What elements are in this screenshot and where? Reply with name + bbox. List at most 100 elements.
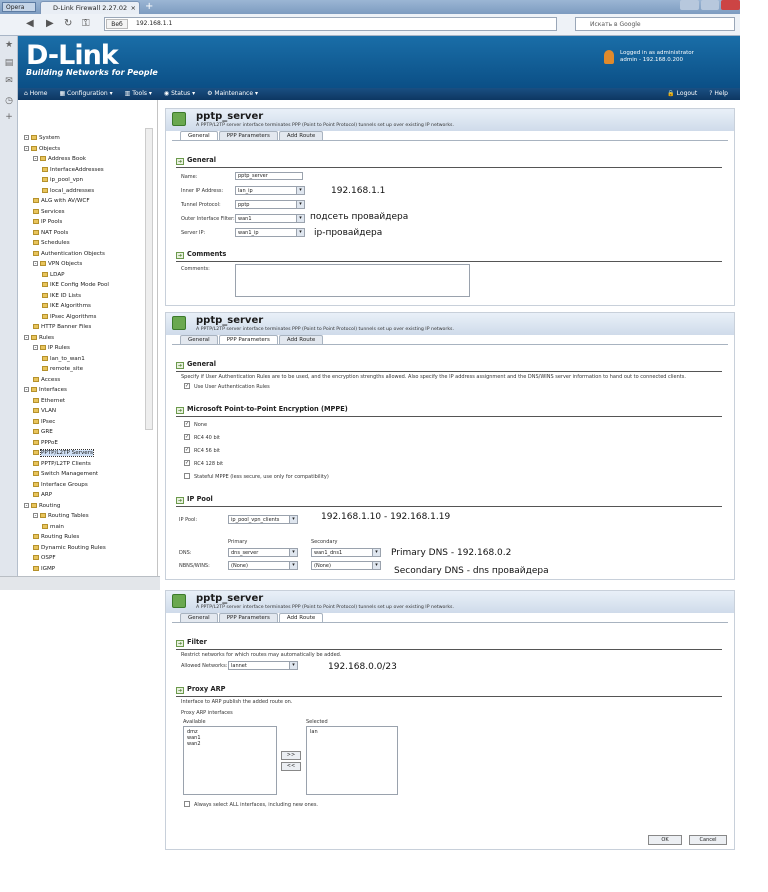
tree-node[interactable]: - VPN Objects xyxy=(33,260,82,268)
reload-icon[interactable]: ↻ xyxy=(64,18,72,29)
add-panel-icon[interactable]: + xyxy=(4,112,14,122)
mppe-none-checkbox[interactable]: ✓ xyxy=(184,421,190,427)
tab-close-icon[interactable]: × xyxy=(131,2,136,14)
tree-node[interactable]: Routing Rules xyxy=(33,533,79,541)
star-icon[interactable]: ★ xyxy=(4,40,14,50)
tree-node[interactable]: LDAP xyxy=(42,271,65,279)
tree-node[interactable]: Access xyxy=(33,376,60,384)
add-interface-button[interactable]: >> xyxy=(281,751,301,760)
use-auth-checkbox[interactable]: ✓ xyxy=(184,383,190,389)
notes-icon[interactable]: ▤ xyxy=(4,58,14,68)
mppe-rc4-128-checkbox[interactable]: ✓ xyxy=(184,460,190,466)
tree-node[interactable]: - Routing Tables xyxy=(33,512,89,520)
tree-node[interactable]: - IP Rules xyxy=(33,344,70,352)
collapse-arrow-icon[interactable]: ➜ xyxy=(176,252,184,259)
tree-node[interactable]: - Interfaces xyxy=(24,386,67,394)
tree-node[interactable]: Services xyxy=(33,208,65,216)
dns-primary-select[interactable]: dns_server ▾ xyxy=(228,548,298,557)
section-comments[interactable]: ➜ Comments xyxy=(176,250,226,259)
outer-interface-select[interactable]: wan1 ▾ xyxy=(235,214,305,223)
new-tab-button[interactable]: + xyxy=(145,1,153,12)
tree-node[interactable]: NAT Pools xyxy=(33,229,68,237)
menu-tools[interactable]: ▥ Tools ▾ xyxy=(119,88,158,100)
tree-node[interactable]: local_addresses xyxy=(42,187,94,195)
collapse-arrow-icon[interactable]: ➜ xyxy=(176,362,184,369)
ok-button[interactable]: OK xyxy=(648,835,682,845)
back-icon[interactable]: ◀ xyxy=(26,18,34,29)
collapse-arrow-icon[interactable]: ➜ xyxy=(176,640,184,647)
server-ip-select[interactable]: wan1_ip ▾ xyxy=(235,228,305,237)
tree-node[interactable]: - Address Book xyxy=(33,155,86,163)
comments-textarea[interactable] xyxy=(235,264,470,297)
tree-node[interactable]: IP Pools xyxy=(33,218,62,226)
list-item[interactable]: lan xyxy=(310,729,394,735)
tree-expand-icon[interactable]: - xyxy=(24,135,29,141)
mppe-stateful-checkbox[interactable] xyxy=(184,473,190,479)
tree-expand-icon[interactable]: - xyxy=(33,261,38,267)
tree-node[interactable]: PPPoE xyxy=(33,439,58,447)
opera-menu-button[interactable]: Opera xyxy=(2,2,36,12)
tree-node[interactable]: main xyxy=(42,523,64,531)
logout-button[interactable]: 🔒 Logout xyxy=(661,88,703,100)
wins-secondary-select[interactable]: (None) ▾ xyxy=(311,561,381,570)
tree-node[interactable]: Interface Groups xyxy=(33,481,88,489)
help-button[interactable]: ? Help xyxy=(703,88,734,100)
tree-expand-icon[interactable]: - xyxy=(24,335,29,341)
allowed-networks-select[interactable]: lannet ▾ xyxy=(228,661,298,670)
tree-expand-icon[interactable]: - xyxy=(24,387,29,393)
tree-node[interactable]: Authentication Objects xyxy=(33,250,105,258)
menu-maintenance[interactable]: ⚙ Maintenance ▾ xyxy=(201,88,264,100)
tree-node[interactable]: OSPF xyxy=(33,554,56,562)
browser-tab[interactable]: D-Link Firewall 2.27.02 × xyxy=(40,1,140,14)
tree-expand-icon[interactable]: - xyxy=(33,513,38,519)
menu-status[interactable]: ◉ Status ▾ xyxy=(158,88,201,100)
minimize-button[interactable] xyxy=(680,0,699,10)
tree-node[interactable]: - Routing xyxy=(24,502,60,510)
section-general[interactable]: ➜ General xyxy=(176,360,216,369)
tree-node[interactable]: PPTP/L2TP Clients xyxy=(33,460,91,468)
tree-node[interactable]: Switch Management xyxy=(33,470,98,478)
selected-list[interactable]: lan xyxy=(306,726,398,795)
section-filter[interactable]: ➜ Filter xyxy=(176,638,207,647)
tree-node[interactable]: - Objects xyxy=(24,145,60,153)
tree-node[interactable]: IGMP xyxy=(33,565,55,573)
name-field[interactable]: pptp_server xyxy=(235,172,303,180)
mppe-rc4-56-checkbox[interactable]: ✓ xyxy=(184,447,190,453)
menu-configuration[interactable]: ▦ Configuration ▾ xyxy=(53,88,118,100)
tree-node[interactable]: remote_site xyxy=(42,365,83,373)
tree-expand-icon[interactable]: - xyxy=(33,156,38,162)
collapse-arrow-icon[interactable]: ➜ xyxy=(176,687,184,694)
tree-node[interactable]: IPsec Algorithms xyxy=(42,313,96,321)
close-button[interactable] xyxy=(721,0,741,10)
collapse-arrow-icon[interactable]: ➜ xyxy=(176,158,184,165)
section-mppe[interactable]: ➜ Microsoft Point-to-Point Encryption (MP… xyxy=(176,405,348,414)
history-icon[interactable]: ◷ xyxy=(4,96,14,106)
maximize-button[interactable] xyxy=(700,0,720,10)
always-select-checkbox[interactable] xyxy=(184,801,190,807)
tree-node[interactable]: IKE Config Mode Pool xyxy=(42,281,109,289)
section-proxy-arp[interactable]: ➜ Proxy ARP xyxy=(176,685,225,694)
tree-node[interactable]: Ethernet xyxy=(33,397,65,405)
tree-node[interactable]: VLAN xyxy=(33,407,56,415)
tree-node[interactable]: Schedules xyxy=(33,239,70,247)
section-general[interactable]: ➜ General xyxy=(176,156,216,165)
list-item[interactable]: wan2 xyxy=(187,741,273,747)
tree-node[interactable]: IKE ID Lists xyxy=(42,292,81,300)
mppe-rc4-40-checkbox[interactable]: ✓ xyxy=(184,434,190,440)
tree-node[interactable]: IKE Algorithms xyxy=(42,302,91,310)
cancel-button[interactable]: Cancel xyxy=(689,835,727,845)
menu-home[interactable]: ⌂ Home xyxy=(18,88,53,100)
tree-node[interactable]: Dynamic Routing Rules xyxy=(33,544,106,552)
tree-node[interactable]: InterfaceAddresses xyxy=(42,166,104,174)
tree-node[interactable]: ALG with AV/WCF xyxy=(33,197,90,205)
tree-expand-icon[interactable]: - xyxy=(24,146,29,152)
tree-node[interactable]: - System xyxy=(24,134,60,142)
collapse-arrow-icon[interactable]: ➜ xyxy=(176,407,184,414)
tree-node[interactable]: lan_to_wan1 xyxy=(42,355,85,363)
remove-interface-button[interactable]: << xyxy=(281,762,301,771)
collapse-arrow-icon[interactable]: ➜ xyxy=(176,497,184,504)
tree-node[interactable]: PPTP/L2TP Servers xyxy=(33,449,94,457)
tree-expand-icon[interactable]: - xyxy=(33,345,38,351)
dns-secondary-select[interactable]: wan1_dns1 ▾ xyxy=(311,548,381,557)
inner-ip-select[interactable]: lan_ip ▾ xyxy=(235,186,305,195)
